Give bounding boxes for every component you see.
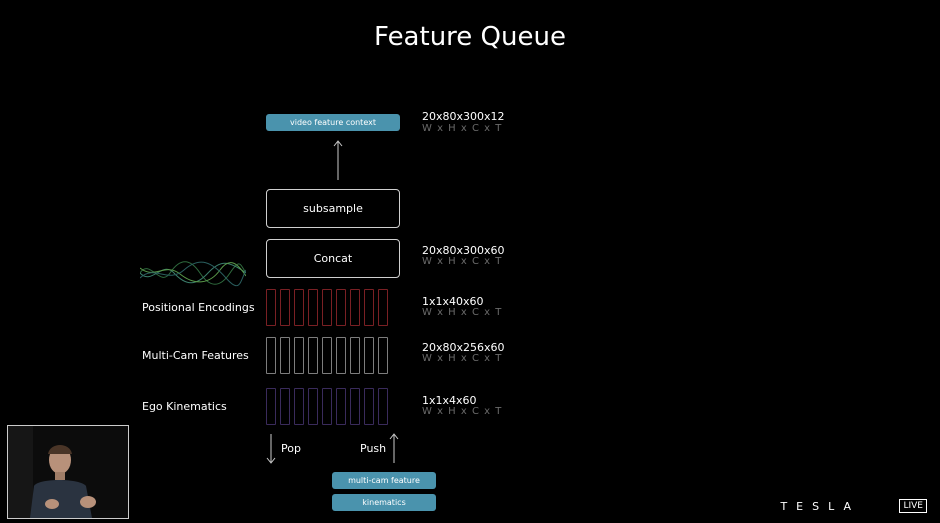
kinematics-pill: kinematics [332,494,436,511]
queue-slot [266,289,276,326]
queue-slot [364,289,374,326]
queue-slot [336,337,346,374]
pop-label: Pop [281,442,301,455]
queue-slot [322,388,332,425]
ego-kinematics-label: Ego Kinematics [142,400,227,413]
queue-slot [350,337,360,374]
multi-cam-feature-pill: multi-cam feature [332,472,436,489]
pop-arrow-icon [266,434,276,464]
queue-slot [266,337,276,374]
queue-slot [308,337,318,374]
video-feature-context-pill: video feature context [266,114,400,131]
queue-slot [280,388,290,425]
speaker-figure [8,426,128,518]
ego-kinematics-dims-axes: W x H x C x T [422,406,503,417]
live-badge: LIVE [899,499,927,513]
queue-slot [308,289,318,326]
queue-slot [378,337,388,374]
queue-slot [336,388,346,425]
multi-cam-features-queue [266,337,388,374]
queue-slot [364,388,374,425]
queue-slot [266,388,276,425]
speaker-video [7,425,129,519]
positional-encodings-dims-axes: W x H x C x T [422,307,503,318]
queue-slot [378,289,388,326]
output-dims-value: 20x80x300x12 [422,110,505,123]
queue-slot [378,388,388,425]
queue-slot [322,289,332,326]
push-arrow-icon [389,433,399,463]
concat-box: Concat [266,239,400,278]
queue-slot [308,388,318,425]
queue-slot [294,337,304,374]
subsample-box: subsample [266,189,400,228]
multi-cam-dims-axes: W x H x C x T [422,353,503,364]
push-label: Push [360,442,387,455]
positional-encodings-queue [266,289,388,326]
page-title: Feature Queue [374,22,566,52]
output-dims-axes: W x H x C x T [422,123,503,134]
ego-kinematics-queue [266,388,388,425]
queue-slot [364,337,374,374]
queue-slot [336,289,346,326]
multi-cam-features-label: Multi-Cam Features [142,349,249,362]
positional-encodings-label: Positional Encodings [142,301,255,314]
up-arrow-icon [333,140,343,180]
queue-slot [322,337,332,374]
tesla-wordmark: TESLA [780,500,860,513]
positional-wave-icon [140,261,246,287]
queue-slot [294,289,304,326]
concat-dims-axes: W x H x C x T [422,256,503,267]
queue-slot [350,388,360,425]
queue-slot [294,388,304,425]
queue-slot [280,337,290,374]
queue-slot [280,289,290,326]
queue-slot [350,289,360,326]
